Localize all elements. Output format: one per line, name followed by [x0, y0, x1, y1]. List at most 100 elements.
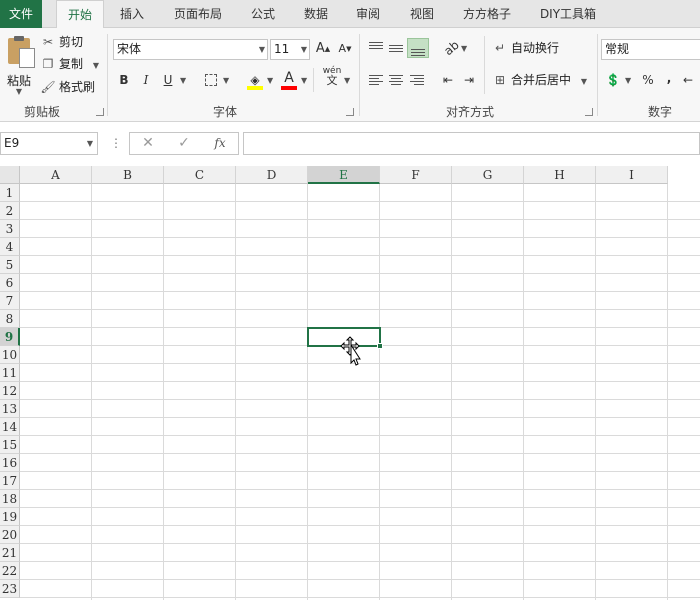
merge-center-button[interactable]: ⊞ 合并后居中 ▼ — [492, 70, 587, 90]
wrap-text-button[interactable]: ↵ 自动换行 — [492, 38, 559, 58]
select-all-corner[interactable] — [0, 166, 20, 184]
row-header-3[interactable]: 3 — [0, 220, 20, 238]
comma-button[interactable]: , — [659, 68, 679, 88]
tab-review[interactable]: 审阅 — [346, 0, 390, 28]
cancel-icon[interactable]: ✕ — [136, 133, 160, 154]
align-middle-button[interactable] — [386, 38, 406, 58]
row-header-22[interactable]: 22 — [0, 562, 20, 580]
row-header-19[interactable]: 19 — [0, 508, 20, 526]
insert-function-button[interactable]: fx — [208, 133, 232, 154]
name-box[interactable]: E9 ▼ — [0, 132, 98, 155]
row-header-1[interactable]: 1 — [0, 184, 20, 202]
alignment-dialog-launcher[interactable] — [585, 108, 593, 116]
tab-page-layout[interactable]: 页面布局 — [164, 0, 232, 28]
tab-home[interactable]: 开始 — [56, 0, 104, 29]
tab-data[interactable]: 数据 — [294, 0, 338, 28]
tab-insert[interactable]: 插入 — [110, 0, 154, 28]
row-header-23[interactable]: 23 — [0, 580, 20, 598]
column-gridline — [451, 184, 452, 600]
column-header-c[interactable]: C — [164, 166, 236, 184]
column-header-e[interactable]: E — [308, 166, 380, 184]
orientation-button[interactable]: ab — [441, 38, 461, 58]
italic-button[interactable]: I — [136, 70, 156, 90]
bold-button[interactable]: B — [114, 70, 134, 90]
row-header-5[interactable]: 5 — [0, 256, 20, 274]
row-header-10[interactable]: 10 — [0, 346, 20, 364]
align-bottom-button[interactable] — [407, 38, 429, 58]
row-header-9[interactable]: 9 — [0, 328, 20, 346]
column-header-i[interactable]: I — [596, 166, 668, 184]
formula-bar-resize-handle[interactable]: ⋮ — [110, 136, 122, 150]
clipboard-dialog-launcher[interactable] — [96, 108, 104, 116]
font-size-combo[interactable]: 11 ▼ — [270, 39, 310, 60]
tab-fangfang[interactable]: 方方格子 — [454, 0, 520, 28]
row-gridline — [20, 399, 700, 400]
row-header-18[interactable]: 18 — [0, 490, 20, 508]
cut-button[interactable]: ✂ 剪切 — [40, 32, 83, 52]
grow-font-button[interactable]: A▲ — [313, 39, 333, 59]
align-center-button[interactable] — [386, 70, 406, 90]
accounting-format-button[interactable]: 💲 — [603, 70, 623, 90]
row-header-15[interactable]: 15 — [0, 436, 20, 454]
move-cursor-icon — [340, 336, 361, 366]
underline-button[interactable]: U — [158, 70, 178, 90]
phonetic-guide-button[interactable]: wén 文 — [322, 66, 342, 90]
row-gridline — [20, 381, 700, 382]
font-dialog-launcher[interactable] — [346, 108, 354, 116]
row-header-2[interactable]: 2 — [0, 202, 20, 220]
row-gridline — [20, 525, 700, 526]
ribbon-tab-bar: 文件 开始 插入 页面布局 公式 数据 审阅 视图 方方格子 DIY工具箱 — [0, 0, 700, 29]
row-header-12[interactable]: 12 — [0, 382, 20, 400]
increase-decimal-button[interactable]: ← — [683, 70, 700, 90]
number-format-combo[interactable]: 常规 — [601, 39, 700, 60]
tab-diy-toolbox[interactable]: DIY工具箱 — [530, 0, 606, 28]
row-header-13[interactable]: 13 — [0, 400, 20, 418]
increase-indent-button[interactable]: ⇥ — [459, 70, 479, 90]
row-header-7[interactable]: 7 — [0, 292, 20, 310]
column-gridline — [595, 184, 596, 600]
worksheet-grid[interactable]: A B C D E F G H I 1 2 3 4 5 6 7 8 9 10 11 12 13 14 15 16 17 18 19 20… — [0, 166, 700, 600]
row-header-20[interactable]: 20 — [0, 526, 20, 544]
shrink-font-button[interactable]: A▼ — [335, 39, 355, 59]
align-top-button[interactable] — [366, 38, 386, 58]
column-gridline — [667, 184, 668, 600]
paste-button[interactable]: 粘贴 ▼ — [3, 34, 35, 96]
column-header-d[interactable]: D — [236, 166, 308, 184]
row-header-8[interactable]: 8 — [0, 310, 20, 328]
formula-bar: E9 ▼ ⋮ ✕ ✓ fx — [0, 122, 700, 166]
row-header-17[interactable]: 17 — [0, 472, 20, 490]
chevron-down-icon: ▼ — [180, 76, 187, 85]
font-name-combo[interactable]: 宋体 ▼ — [113, 39, 268, 60]
column-header-a[interactable]: A — [20, 166, 92, 184]
column-header-b[interactable]: B — [92, 166, 164, 184]
format-painter-button[interactable]: 🖌 格式刷 — [40, 77, 95, 97]
group-divider — [359, 34, 360, 116]
row-gridline — [20, 201, 700, 202]
row-header-11[interactable]: 11 — [0, 364, 20, 382]
row-header-6[interactable]: 6 — [0, 274, 20, 292]
column-header-h[interactable]: H — [524, 166, 596, 184]
row-gridline — [20, 237, 700, 238]
row-gridline — [20, 597, 700, 598]
column-gridline — [307, 184, 308, 600]
tab-view[interactable]: 视图 — [400, 0, 444, 28]
fill-handle[interactable] — [377, 343, 383, 349]
align-right-button[interactable] — [407, 70, 427, 90]
column-header-f[interactable]: F — [380, 166, 452, 184]
enter-icon[interactable]: ✓ — [172, 133, 196, 154]
tab-file[interactable]: 文件 — [0, 0, 42, 28]
row-header-14[interactable]: 14 — [0, 418, 20, 436]
decrease-indent-button[interactable]: ⇤ — [438, 70, 458, 90]
tab-formulas[interactable]: 公式 — [240, 0, 286, 28]
row-header-16[interactable]: 16 — [0, 454, 20, 472]
column-header-g[interactable]: G — [452, 166, 524, 184]
row-header-21[interactable]: 21 — [0, 544, 20, 562]
chevron-down-icon: ▼ — [625, 76, 632, 85]
borders-button[interactable] — [201, 70, 221, 90]
font-color-button[interactable]: A — [279, 68, 299, 88]
formula-input[interactable] — [243, 132, 700, 155]
row-header-4[interactable]: 4 — [0, 238, 20, 256]
align-left-button[interactable] — [366, 70, 386, 90]
percent-button[interactable]: % — [638, 70, 658, 90]
copy-button[interactable]: ❐ 复制 ▼ — [40, 54, 99, 74]
